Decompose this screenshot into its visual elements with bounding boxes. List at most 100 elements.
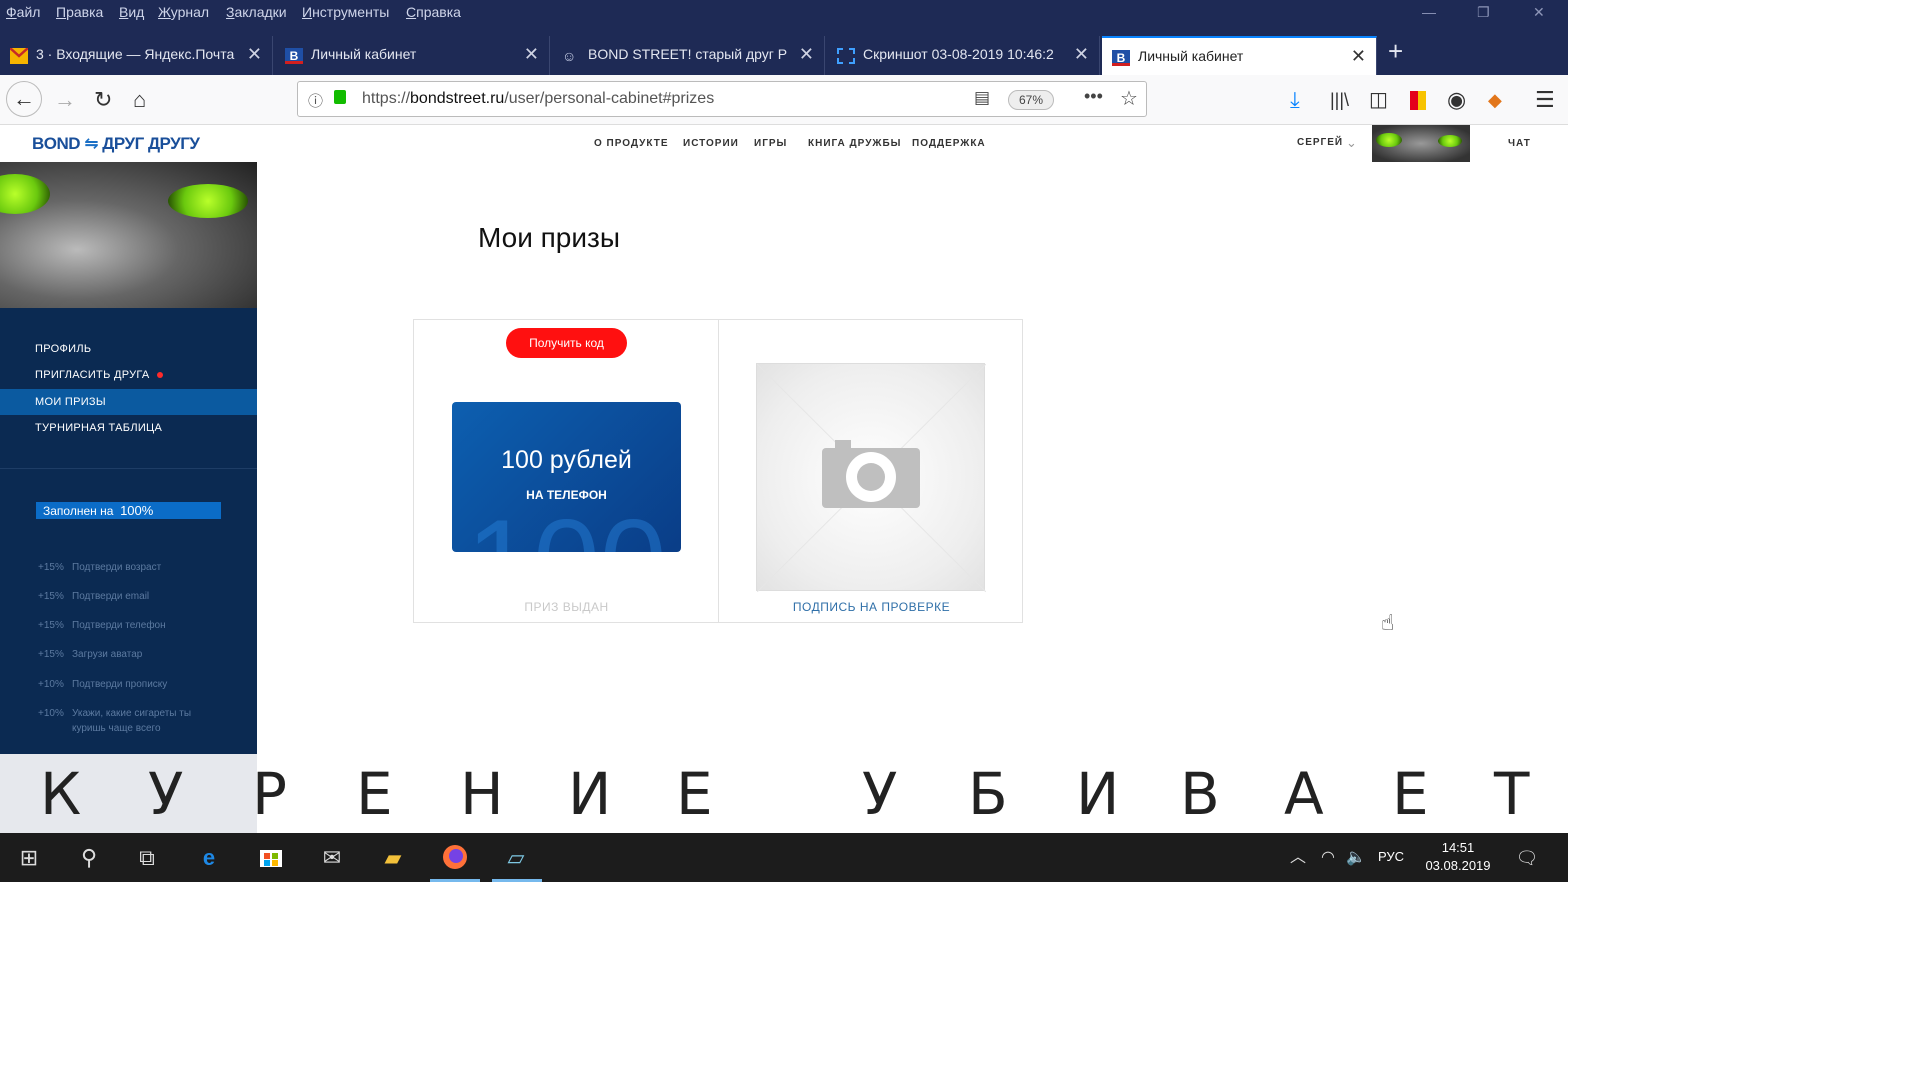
sidebar: ПРОФИЛЬ ПРИГЛАСИТЬ ДРУГА МОИ ПРИЗЫ ТУРНИ…: [0, 162, 257, 754]
clock[interactable]: 14:51 03.08.2019: [1420, 839, 1496, 875]
forward-button[interactable]: →: [54, 87, 76, 113]
avatar[interactable]: [1372, 125, 1470, 162]
get-code-button[interactable]: Получить код: [506, 328, 627, 358]
warning-letter: И: [1076, 760, 1120, 828]
windows-taskbar: ⊞ ⚲ ⧉ e ✉ ▰ ▱ ︿ ◠ 🔈 РУС 14:51 03.08.2019 …: [0, 833, 1568, 882]
mail-app-icon[interactable]: ✉: [317, 843, 347, 873]
menu-tools[interactable]: Инструменты: [302, 4, 389, 20]
notifications-icon[interactable]: 🗨: [1512, 843, 1542, 873]
task-view-icon[interactable]: ⧉: [132, 843, 162, 873]
metamask-icon[interactable]: ◆: [1488, 87, 1502, 113]
tab-cabinet-1[interactable]: B Личный кабинет ✕: [275, 36, 550, 75]
mask-icon: ☺: [562, 48, 577, 64]
warning-letter: А: [1284, 760, 1324, 828]
task-confirm-age[interactable]: +15% Подтверди возраст: [38, 560, 218, 575]
menu-edit[interactable]: Правка: [56, 4, 103, 20]
task-confirm-address[interactable]: +10% Подтверди прописку: [38, 677, 218, 692]
sidebar-item-label: ПРИГЛАСИТЬ ДРУГА: [35, 369, 150, 381]
menu-bookmarks[interactable]: Закладки: [226, 4, 287, 20]
close-tab-icon[interactable]: ✕: [247, 44, 262, 65]
windows-start-icon[interactable]: ⊞: [14, 843, 44, 873]
tab-title: 3 · Входящие — Яндекс.Почта: [36, 46, 235, 62]
new-tab-button[interactable]: +: [1388, 36, 1403, 67]
file-explorer-icon[interactable]: ▰: [378, 843, 408, 873]
prize-card: ПОДПИСЬ НА ПРОВЕРКЕ: [719, 320, 1024, 622]
menu-file[interactable]: Файл: [6, 4, 40, 20]
tab-title: BOND STREET! старый друг Ph: [588, 46, 788, 62]
mail-icon: [10, 48, 28, 64]
menu-help[interactable]: Справка: [406, 4, 461, 20]
prizes-grid: Получить код 100 100 рублей НА ТЕЛЕФОН П…: [413, 319, 1023, 623]
warning-letter: В: [1180, 760, 1220, 828]
tab-screenshot[interactable]: Скриншот 03-08-2019 10:46:2 ✕: [827, 36, 1100, 75]
image-placeholder: [756, 363, 986, 592]
close-tab-icon[interactable]: ✕: [1074, 44, 1089, 65]
language-indicator[interactable]: РУС: [1378, 849, 1404, 864]
info-icon[interactable]: ⓘ: [308, 90, 323, 111]
tab-bond-street[interactable]: ☺ BOND STREET! старый друг Ph ✕: [552, 36, 825, 75]
chevron-up-icon[interactable]: ︿: [1283, 843, 1313, 873]
close-button[interactable]: ✕: [1533, 4, 1545, 21]
close-tab-icon[interactable]: ✕: [524, 44, 539, 65]
nav-stories[interactable]: ИСТОРИИ: [683, 138, 739, 149]
restore-button[interactable]: ❐: [1477, 4, 1490, 21]
page-actions-icon[interactable]: •••: [1084, 86, 1103, 107]
search-icon[interactable]: ⚲: [74, 843, 104, 873]
sidebar-item-profile[interactable]: ПРОФИЛЬ: [0, 336, 257, 362]
chat-link[interactable]: ЧАТ: [1508, 138, 1531, 149]
sidebar-item-prizes[interactable]: МОИ ПРИЗЫ: [0, 389, 257, 415]
menu-hamburger-icon[interactable]: ☰: [1535, 87, 1555, 113]
nav-games[interactable]: ИГРЫ: [754, 138, 787, 149]
tab-cabinet-active[interactable]: B Личный кабинет ✕: [1102, 36, 1377, 75]
task-confirm-phone[interactable]: +15% Подтверди телефон: [38, 618, 218, 633]
screenshot-icon: [837, 48, 855, 64]
menu-view[interactable]: Вид: [119, 4, 144, 20]
close-tab-icon[interactable]: ✕: [799, 44, 814, 65]
firefox-icon[interactable]: [440, 843, 470, 873]
task-confirm-email[interactable]: +15% Подтверди email: [38, 589, 218, 604]
url-bar[interactable]: ⓘ https://bondstreet.ru/user/personal-ca…: [297, 81, 1147, 117]
zoom-level[interactable]: 67%: [1008, 90, 1054, 110]
prize-image: 100 100 рублей НА ТЕЛЕФОН: [452, 402, 681, 552]
sidebar-item-invite[interactable]: ПРИГЛАСИТЬ ДРУГА: [0, 362, 257, 388]
navigation-bar: ← → ↻ ⌂ ⓘ https://bondstreet.ru/user/per…: [0, 75, 1568, 125]
downloads-icon[interactable]: ⤓: [1290, 87, 1300, 113]
tab-title: Личный кабинет: [311, 46, 417, 62]
sidebar-item-leaderboard[interactable]: ТУРНИРНАЯ ТАБЛИЦА: [0, 415, 257, 441]
reader-view-icon[interactable]: ▤: [974, 88, 990, 108]
task-cigarettes[interactable]: +10% Укажи, какие сигареты ты куришь чаще…: [38, 706, 218, 736]
close-tab-icon[interactable]: ✕: [1351, 46, 1366, 67]
warning-letter: Т: [1494, 760, 1530, 828]
tab-yandex-mail[interactable]: 3 · Входящие — Яндекс.Почта ✕: [0, 36, 273, 75]
nav-about[interactable]: О ПРОДУКТЕ: [594, 138, 669, 149]
tab-strip: 3 · Входящие — Яндекс.Почта ✕ B Личный к…: [0, 28, 1568, 75]
nav-friendship-book[interactable]: КНИГА ДРУЖБЫ: [808, 138, 901, 149]
edge-icon[interactable]: e: [194, 843, 224, 873]
bookmark-extension-icon[interactable]: [1410, 91, 1426, 110]
bond-b-icon: B: [1112, 50, 1130, 66]
sidebar-toggle-icon[interactable]: ◫: [1369, 87, 1388, 113]
minimize-button[interactable]: —: [1422, 4, 1436, 20]
chevron-down-icon[interactable]: ⌄: [1346, 135, 1357, 151]
home-icon[interactable]: ⌂: [133, 87, 146, 113]
camera-icon: [757, 364, 986, 592]
library-icon[interactable]: |||\: [1330, 87, 1349, 113]
profile-progress-bar: Заполнен на 100%: [36, 502, 221, 519]
menu-history[interactable]: Журнал: [158, 4, 209, 20]
lock-icon: [334, 90, 346, 104]
user-name[interactable]: СЕРГЕЙ: [1297, 137, 1343, 148]
avatar-eye: [1438, 135, 1462, 147]
task-upload-avatar[interactable]: +15% Загрузи аватар: [38, 647, 218, 662]
nav-support[interactable]: ПОДДЕРЖКА: [912, 138, 986, 149]
bookmark-star-icon[interactable]: ☆: [1120, 86, 1138, 111]
store-icon[interactable]: [256, 843, 286, 873]
reload-button[interactable]: ↻: [94, 87, 112, 113]
wifi-icon[interactable]: ◠: [1313, 843, 1343, 873]
notepad-app-icon[interactable]: ▱: [501, 843, 531, 873]
volume-icon[interactable]: 🔈: [1341, 843, 1371, 873]
back-button[interactable]: ←: [6, 81, 42, 117]
account-icon[interactable]: ◉: [1447, 87, 1466, 113]
tab-title: Личный кабинет: [1138, 48, 1244, 64]
site-logo[interactable]: BOND ⇋ ДРУГ ДРУГУ: [32, 134, 200, 154]
avatar-eye: [1376, 133, 1402, 147]
